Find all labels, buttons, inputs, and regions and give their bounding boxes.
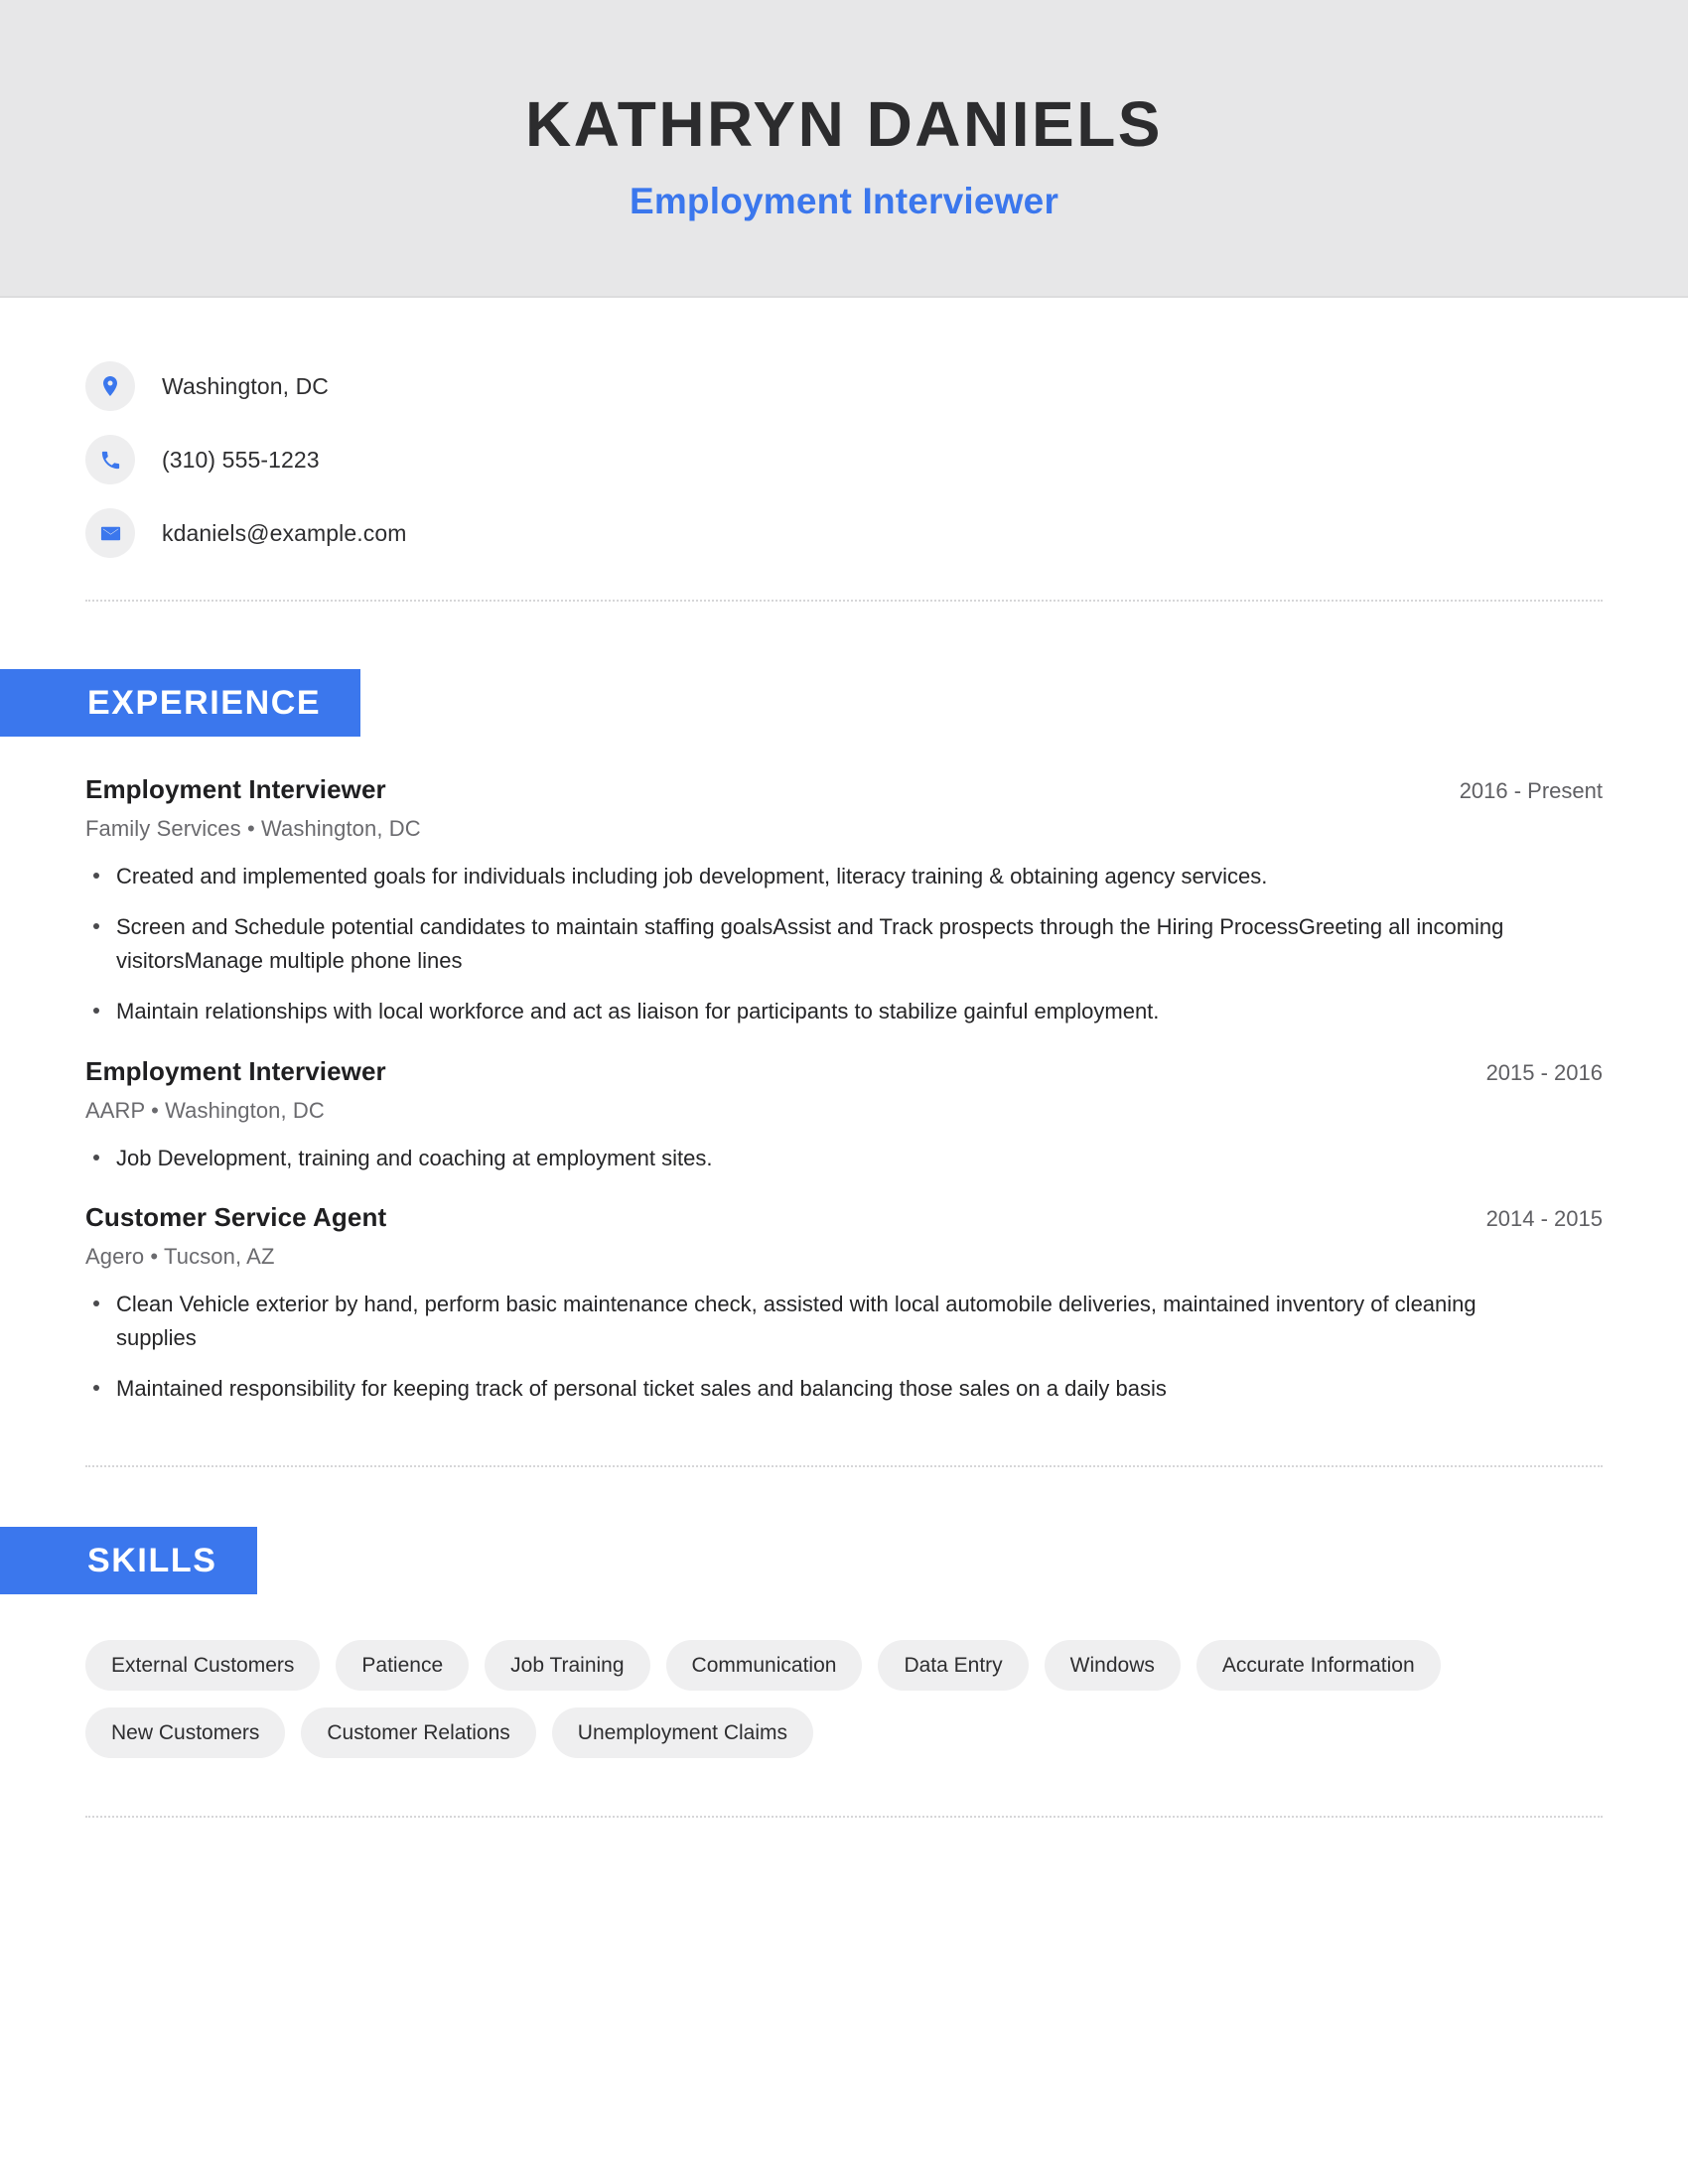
job-bullet: Job Development, training and coaching a… xyxy=(85,1142,1530,1174)
job-dates: 2014 - 2015 xyxy=(1485,1206,1603,1232)
job-company-location: AARP • Washington, DC xyxy=(85,1097,325,1123)
experience-item-head: Employment Interviewer 2015 - 2016 xyxy=(85,1056,1603,1087)
experience-item-head: Customer Service Agent 2014 - 2015 xyxy=(85,1202,1603,1233)
job-bullet: Clean Vehicle exterior by hand, perform … xyxy=(85,1288,1530,1354)
experience-item-head: Employment Interviewer 2016 - Present xyxy=(85,774,1603,805)
header-job-title: Employment Interviewer xyxy=(629,180,1059,221)
job-dates: 2015 - 2016 xyxy=(1485,1059,1603,1085)
job-company-location: Agero • Tucson, AZ xyxy=(85,1244,275,1270)
job-title: Customer Service Agent xyxy=(85,1202,387,1233)
skills-banner-label: SKILLS xyxy=(0,1526,257,1594)
skills-section-header: SKILLS xyxy=(0,1526,1688,1594)
contact-item-phone: (310) 555-1223 xyxy=(85,423,1688,496)
job-bullet: Created and implemented goals for indivi… xyxy=(85,860,1530,892)
contact-item-email: kdaniels@example.com xyxy=(85,496,1688,570)
skill-tag: Communication xyxy=(665,1639,863,1691)
skill-tag: Job Training xyxy=(485,1639,650,1691)
skill-tag: Unemployment Claims xyxy=(551,1706,814,1758)
job-bullet: Screen and Schedule potential candidates… xyxy=(85,910,1530,977)
divider-after-skills xyxy=(85,1815,1603,1818)
job-dates: 2016 - Present xyxy=(1459,778,1603,803)
job-bullet-list: Clean Vehicle exterior by hand, perform … xyxy=(85,1288,1603,1405)
skill-tag: Windows xyxy=(1044,1639,1181,1691)
contact-location-text: Washington, DC xyxy=(162,372,330,399)
skill-tag: Customer Relations xyxy=(301,1706,536,1758)
page-title: KATHRYN DANIELS xyxy=(525,88,1163,161)
skill-tag: Patience xyxy=(336,1639,470,1691)
resume-page: KATHRYN DANIELS Employment Interviewer W… xyxy=(0,0,1688,2184)
job-title: Employment Interviewer xyxy=(85,774,386,804)
skill-tag: Data Entry xyxy=(878,1639,1029,1691)
job-company-location: Family Services • Washington, DC xyxy=(85,816,421,841)
contact-item-location: Washington, DC xyxy=(85,349,1688,423)
skill-tag: New Customers xyxy=(85,1706,286,1758)
contact-email-text: kdaniels@example.com xyxy=(162,519,407,546)
divider-after-contact xyxy=(85,600,1603,602)
experience-section-header: EXPERIENCE xyxy=(0,669,1688,737)
divider-after-experience xyxy=(85,1464,1603,1467)
skill-tag: Accurate Information xyxy=(1196,1639,1441,1691)
job-bullet: Maintain relationships with local workfo… xyxy=(85,995,1530,1027)
skill-tag: External Customers xyxy=(85,1639,321,1691)
email-icon xyxy=(85,508,135,558)
experience-item: Employment Interviewer 2015 - 2016 AARP … xyxy=(85,1056,1603,1174)
location-pin-icon xyxy=(85,361,135,411)
job-bullet-list: Created and implemented goals for indivi… xyxy=(85,860,1603,1028)
experience-item: Employment Interviewer 2016 - Present Fa… xyxy=(85,774,1603,1028)
job-title: Employment Interviewer xyxy=(85,1055,386,1086)
experience-list: Employment Interviewer 2016 - Present Fa… xyxy=(0,774,1688,1406)
experience-banner-label: EXPERIENCE xyxy=(0,669,361,737)
phone-icon xyxy=(85,435,135,484)
contact-phone-text: (310) 555-1223 xyxy=(162,446,320,473)
job-bullet-list: Job Development, training and coaching a… xyxy=(85,1142,1603,1174)
experience-item: Customer Service Agent 2014 - 2015 Agero… xyxy=(85,1202,1603,1405)
skills-tag-list: External Customers Patience Job Training… xyxy=(0,1639,1529,1758)
job-bullet: Maintained responsibility for keeping tr… xyxy=(85,1372,1530,1405)
resume-header: KATHRYN DANIELS Employment Interviewer xyxy=(0,0,1688,298)
contact-list: Washington, DC (310) 555-1223 kdaniels@e… xyxy=(0,298,1688,570)
